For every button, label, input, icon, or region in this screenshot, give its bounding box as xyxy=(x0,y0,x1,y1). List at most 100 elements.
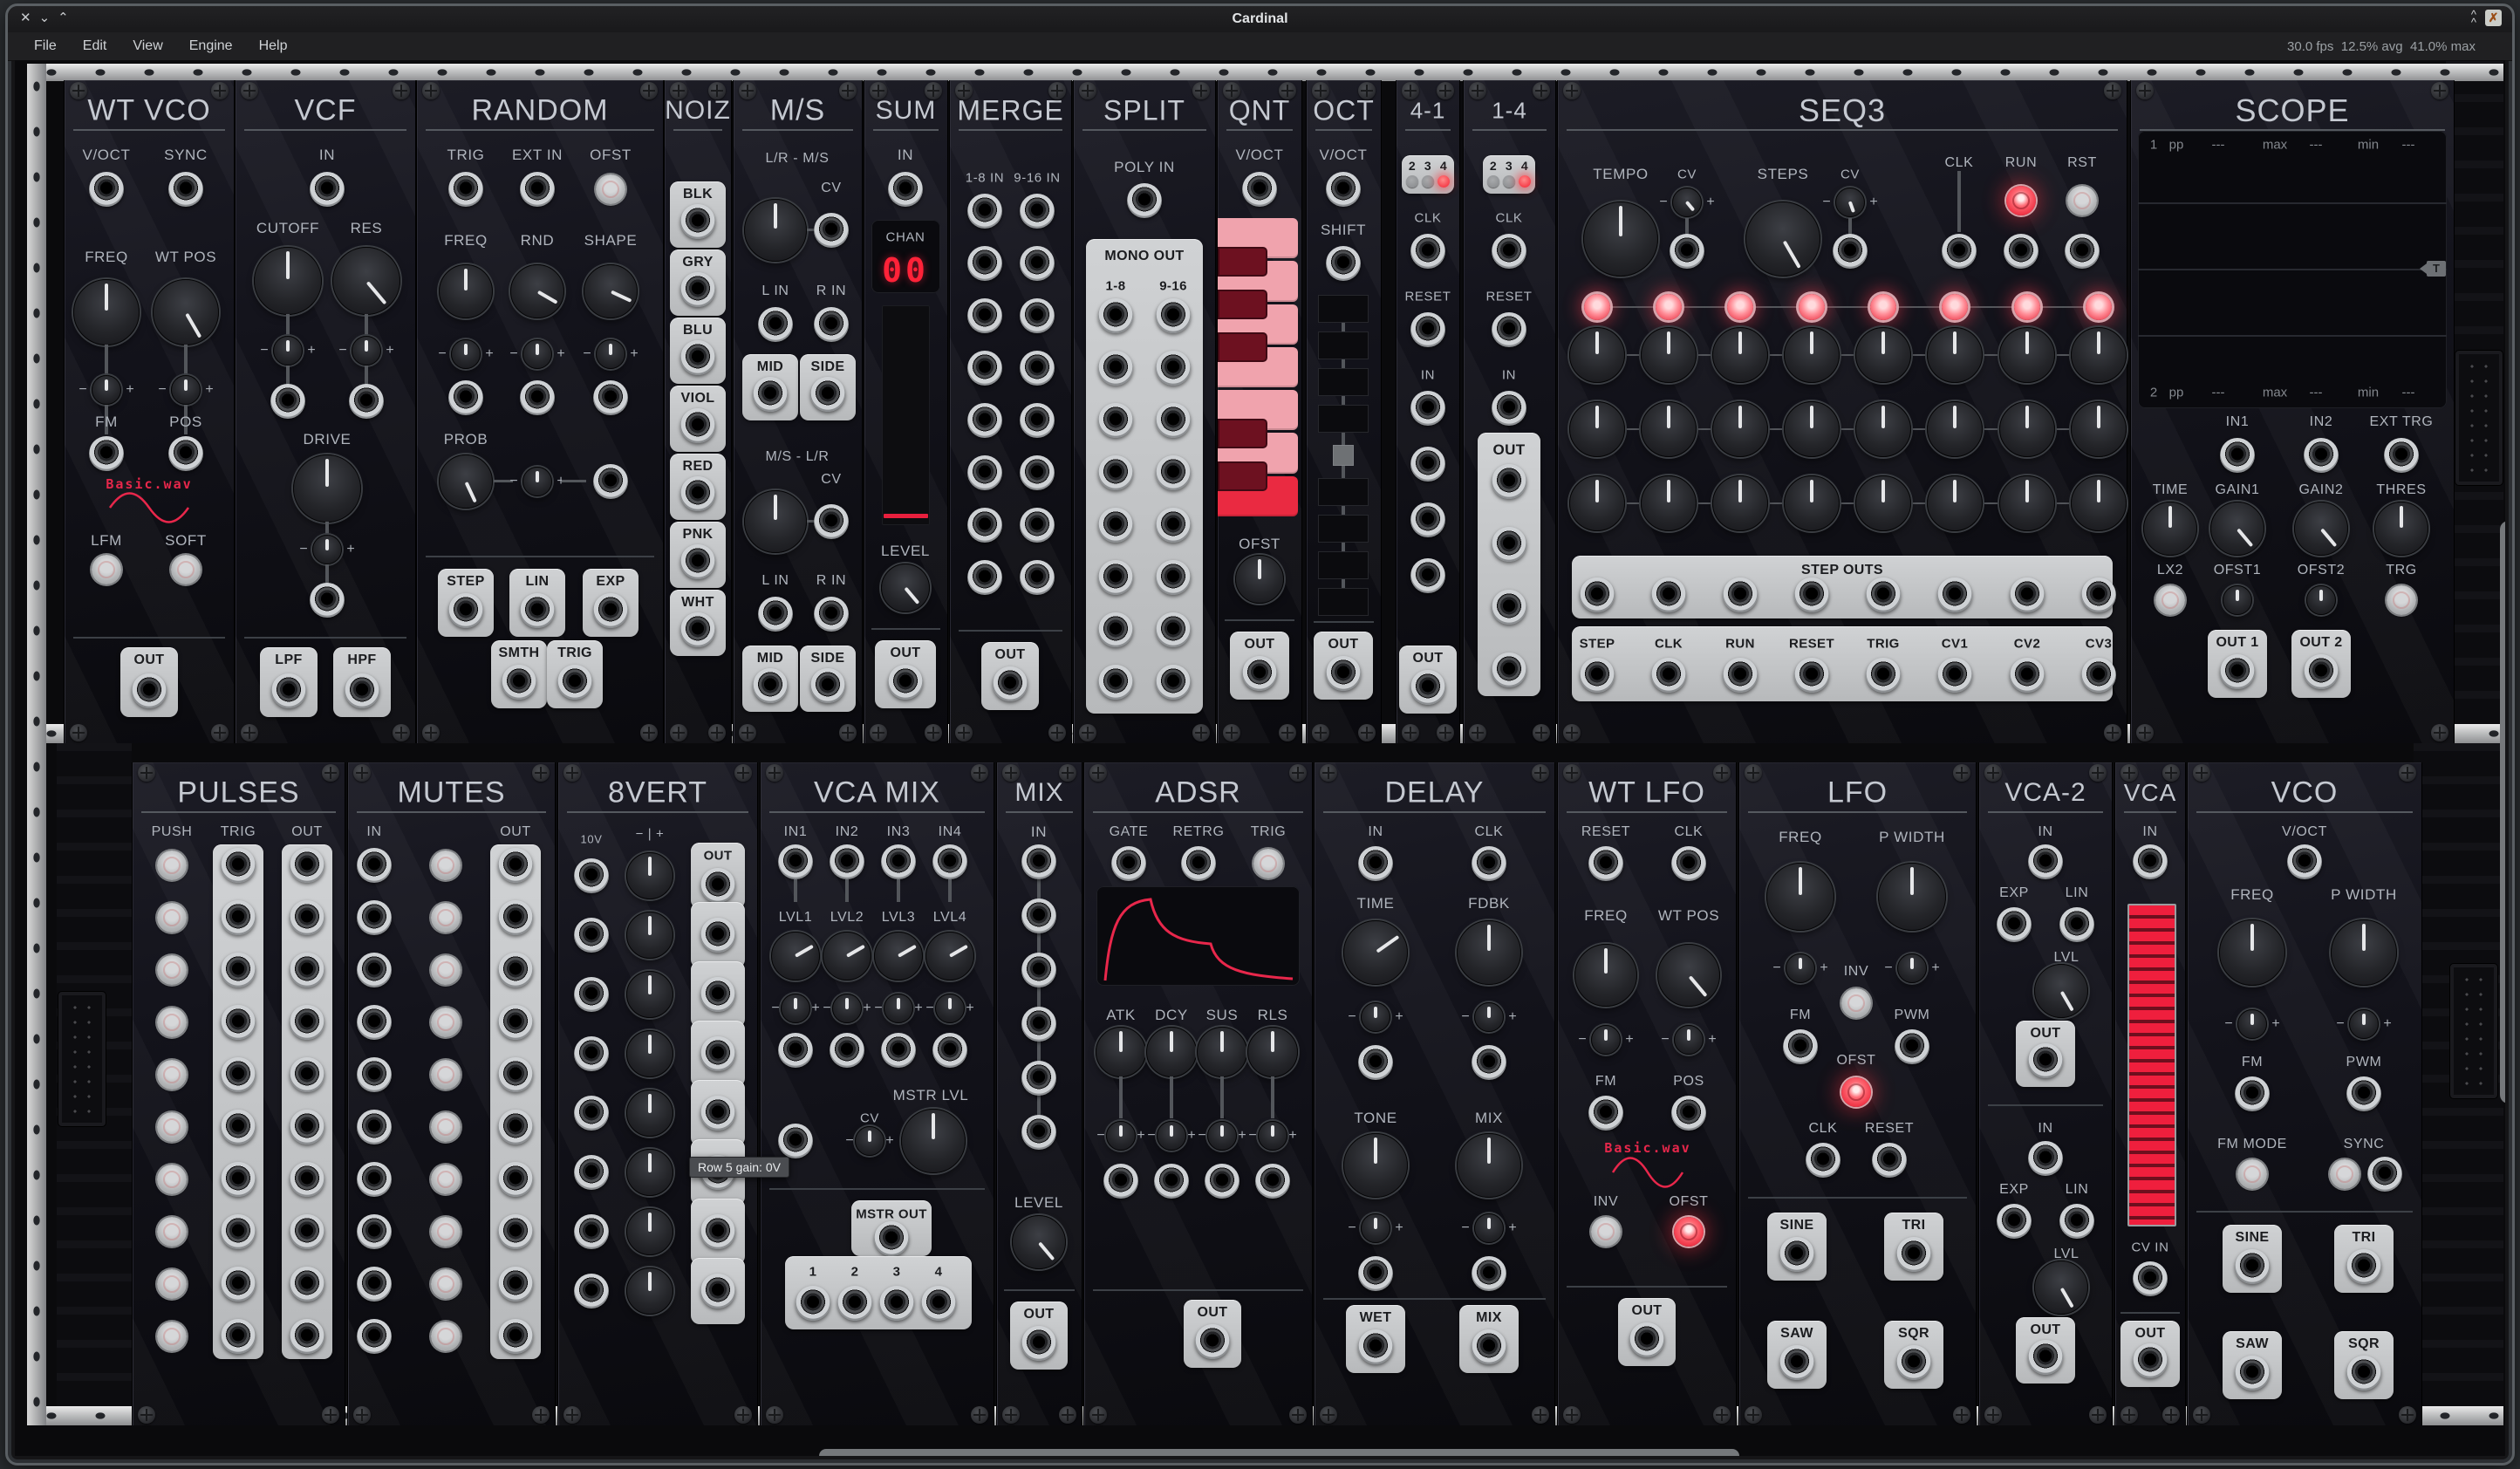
cutoff-knob[interactable] xyxy=(254,247,322,315)
cv3-knob-1[interactable] xyxy=(1569,475,1625,531)
res-cv-port[interactable] xyxy=(349,384,384,419)
pos-port[interactable] xyxy=(1671,1096,1706,1131)
mono-out-port-7[interactable] xyxy=(1098,455,1133,490)
trim-knob[interactable] xyxy=(1674,1025,1704,1055)
step-port[interactable] xyxy=(448,593,483,628)
lvl-cv-trim-1[interactable] xyxy=(781,994,810,1023)
step-out-port-4[interactable] xyxy=(1794,577,1829,612)
trig-port-2[interactable] xyxy=(221,900,256,935)
pnk-port[interactable] xyxy=(680,544,715,579)
lvl-cv-port-4[interactable] xyxy=(932,1033,967,1068)
gry-port[interactable] xyxy=(680,272,715,307)
retrg-port[interactable] xyxy=(1181,846,1216,881)
collapse-chevrons-icon[interactable]: ^^ xyxy=(2471,10,2476,26)
lvl-knob-1[interactable] xyxy=(771,932,820,980)
vertical-scrollbar[interactable] xyxy=(2500,521,2505,1103)
out-port-3[interactable] xyxy=(1492,590,1526,625)
trig-button[interactable] xyxy=(1253,849,1283,878)
port[interactable] xyxy=(448,380,483,415)
drive-knob[interactable] xyxy=(293,454,361,523)
out-port-10[interactable] xyxy=(498,1319,533,1354)
res-knob[interactable] xyxy=(332,247,400,315)
freq-knob[interactable] xyxy=(2219,919,2285,986)
out-port[interactable] xyxy=(1629,1322,1664,1357)
soft-button[interactable] xyxy=(171,555,201,584)
lvl-cv-port-3[interactable] xyxy=(881,1033,916,1068)
cv2-knob-4[interactable] xyxy=(1784,401,1840,457)
in-port[interactable] xyxy=(1492,391,1526,426)
seq-io-port-4[interactable] xyxy=(1794,658,1829,693)
in-port-2[interactable] xyxy=(1410,447,1445,482)
octave-slot[interactable] xyxy=(1318,588,1369,616)
out-port-1[interactable] xyxy=(290,848,324,883)
lvl-knob-2[interactable] xyxy=(823,932,871,980)
in-port-2[interactable] xyxy=(1021,898,1056,933)
ext-in-port[interactable] xyxy=(520,172,555,207)
v-oct-port[interactable] xyxy=(2287,844,2322,879)
cv3-knob-5[interactable] xyxy=(1855,475,1911,531)
rst-button[interactable] xyxy=(2067,186,2097,215)
shape-knob[interactable] xyxy=(584,264,638,318)
piano-black-key[interactable] xyxy=(1218,461,1267,491)
l-in-port[interactable] xyxy=(758,307,793,342)
tone-knob[interactable] xyxy=(1343,1133,1408,1198)
wht-port[interactable] xyxy=(680,612,715,647)
mute-button-8[interactable] xyxy=(431,1217,461,1247)
mid-out-port[interactable] xyxy=(753,377,788,412)
steps-cv-port[interactable] xyxy=(1833,234,1868,269)
out-port-1[interactable] xyxy=(1492,464,1526,499)
out-port-1[interactable] xyxy=(700,918,735,953)
mono-out-port-10[interactable] xyxy=(1156,508,1191,543)
step-out-port-2[interactable] xyxy=(1651,577,1686,612)
cv1-knob-4[interactable] xyxy=(1784,327,1840,383)
pos-port[interactable] xyxy=(168,436,203,471)
port[interactable] xyxy=(593,380,628,415)
in-port-7[interactable] xyxy=(574,1214,609,1249)
ch-out-port-4[interactable] xyxy=(921,1286,956,1321)
env-cv-port-1[interactable] xyxy=(1103,1164,1138,1199)
in-port-2[interactable] xyxy=(574,918,609,953)
env-knob-3[interactable] xyxy=(1197,1027,1247,1077)
in2-port[interactable] xyxy=(2028,1141,2063,1176)
out-port-2[interactable] xyxy=(700,977,735,1012)
trim-knob[interactable] xyxy=(1361,1213,1390,1243)
freq-cv-trim[interactable] xyxy=(92,375,121,405)
out-port-10[interactable] xyxy=(290,1319,324,1354)
trig-port-10[interactable] xyxy=(221,1319,256,1354)
push-button-5[interactable] xyxy=(157,1060,187,1090)
piano-black-key[interactable] xyxy=(1218,247,1267,277)
gain-knob-3[interactable] xyxy=(626,971,673,1018)
push-button-7[interactable] xyxy=(157,1165,187,1194)
mute-button-6[interactable] xyxy=(431,1112,461,1142)
trig-port-3[interactable] xyxy=(221,953,256,987)
trim-knob[interactable] xyxy=(2237,1009,2267,1039)
trim-knob[interactable] xyxy=(1897,953,1927,983)
gain2-knob[interactable] xyxy=(2294,502,2348,556)
trg-button[interactable] xyxy=(2387,585,2416,615)
merge-in-port-2[interactable] xyxy=(1020,194,1055,229)
horizontal-scrollbar[interactable] xyxy=(819,1449,1739,1456)
rack-rail-vertical[interactable] xyxy=(27,64,46,1425)
steps-knob[interactable] xyxy=(1745,202,1820,277)
trig-port-6[interactable] xyxy=(221,1110,256,1144)
out-port[interactable] xyxy=(1195,1324,1230,1359)
sine-port[interactable] xyxy=(1779,1237,1814,1272)
shift-port[interactable] xyxy=(1326,246,1361,281)
mid2-out-port[interactable] xyxy=(753,668,788,703)
ofst-button[interactable] xyxy=(1841,1077,1871,1107)
lvl-cv-trim-4[interactable] xyxy=(935,994,965,1023)
out-port-4[interactable] xyxy=(700,1096,735,1131)
out-port-2[interactable] xyxy=(290,900,324,935)
clk-port[interactable] xyxy=(1492,234,1526,269)
saw-port[interactable] xyxy=(1779,1345,1814,1380)
in-port-5[interactable] xyxy=(1021,1061,1056,1096)
cv3-knob-8[interactable] xyxy=(2071,475,2127,531)
mute-button-1[interactable] xyxy=(431,851,461,880)
tempo-cv-trim[interactable] xyxy=(1672,188,1702,217)
octave-slot[interactable] xyxy=(1318,368,1369,396)
octave-slot[interactable] xyxy=(1318,295,1369,323)
in-port-3[interactable] xyxy=(574,977,609,1012)
mute-button-7[interactable] xyxy=(431,1165,461,1194)
ch-out-port-1[interactable] xyxy=(796,1286,830,1321)
out-port[interactable] xyxy=(132,673,167,708)
